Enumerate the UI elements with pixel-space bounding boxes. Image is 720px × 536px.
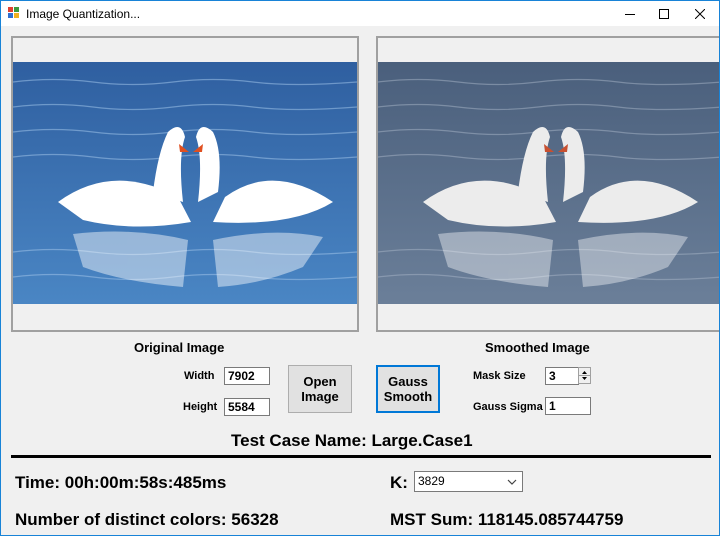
height-label: Height xyxy=(183,401,218,413)
close-icon xyxy=(695,8,705,19)
time-readout: Time: 00h:00m:58s:485ms xyxy=(15,473,227,492)
gauss-sigma-field[interactable]: 1 xyxy=(545,397,591,415)
k-select-value: 3829 xyxy=(418,474,445,488)
app-icon xyxy=(8,7,19,18)
k-label: K: xyxy=(390,473,408,492)
mask-size-label: Mask Size xyxy=(473,370,526,382)
smoothed-image-label: Smoothed Image xyxy=(485,340,590,355)
chevron-down-icon xyxy=(507,479,517,485)
title-bar[interactable]: Image Quantization... xyxy=(1,1,719,26)
maximize-icon xyxy=(659,8,669,19)
spinner-arrows-icon xyxy=(579,371,590,380)
gauss-smooth-button[interactable]: Gauss Smooth xyxy=(376,365,440,413)
minimize-icon xyxy=(625,13,635,15)
gauss-smooth-label: Gauss Smooth xyxy=(383,374,433,404)
minimize-button[interactable] xyxy=(613,1,647,26)
height-field[interactable]: 5584 xyxy=(224,398,270,416)
width-field[interactable]: 7902 xyxy=(224,367,270,385)
smoothed-image xyxy=(378,62,719,304)
test-case-name: Test Case Name: Large.Case1 xyxy=(231,431,473,450)
mst-sum-readout: MST Sum: 118145.085744759 xyxy=(390,510,624,529)
window-title: Image Quantization... xyxy=(26,7,141,21)
app-window: Image Quantization... Original Image Wid… xyxy=(0,0,720,536)
original-image xyxy=(13,62,357,304)
k-select[interactable]: 3829 xyxy=(414,471,523,492)
original-image-box xyxy=(11,36,359,332)
mask-size-field[interactable]: 3 xyxy=(545,367,579,385)
open-image-button[interactable]: Open Image xyxy=(288,365,352,413)
open-image-label: Open Image xyxy=(301,374,339,404)
divider xyxy=(11,455,711,458)
distinct-colors-readout: Number of distinct colors: 56328 xyxy=(15,510,279,529)
smoothed-image-box xyxy=(376,36,719,332)
width-label: Width xyxy=(184,370,215,382)
mask-size-spinner[interactable] xyxy=(578,367,591,384)
original-image-label: Original Image xyxy=(134,340,225,355)
close-button[interactable] xyxy=(683,1,717,26)
gauss-sigma-label: Gauss Sigma xyxy=(473,401,543,413)
maximize-button[interactable] xyxy=(647,1,681,26)
